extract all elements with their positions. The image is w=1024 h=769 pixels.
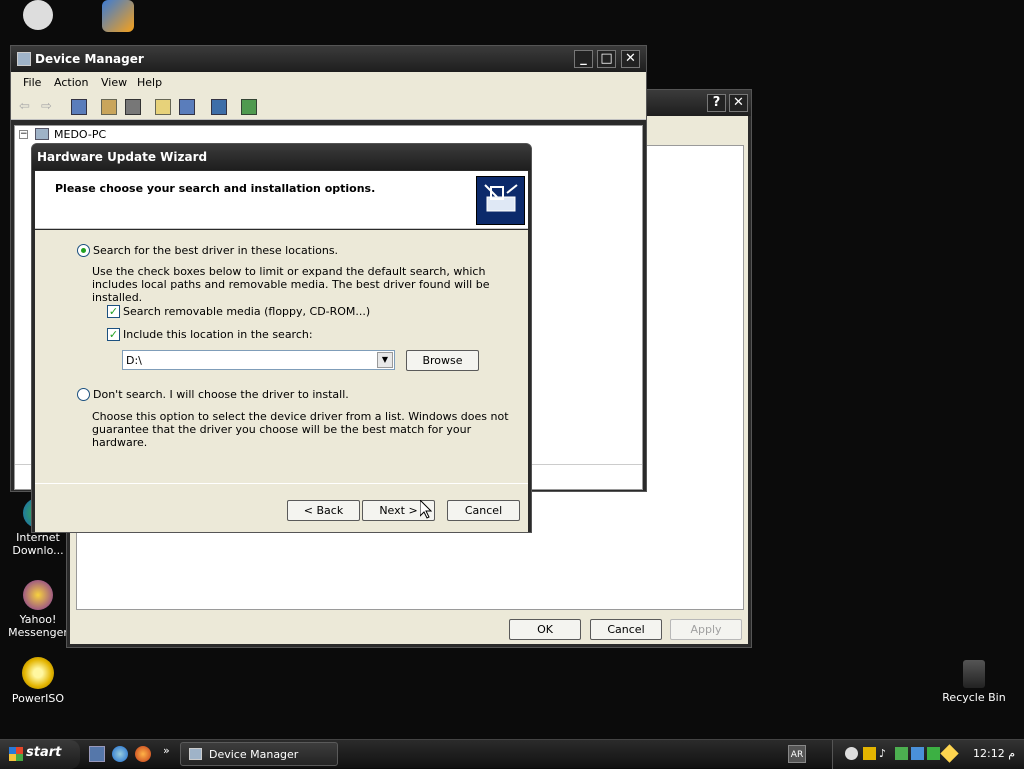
scan-hardware-icon[interactable] [211,99,227,115]
hardware-wizard-icon [476,176,525,225]
clock[interactable]: 12:12 م [973,747,1015,760]
menu-action[interactable]: Action [54,76,88,89]
system-tray: ♪ 12:12 م [832,740,1024,769]
tree-root-label[interactable]: MEDO-PC [54,128,106,141]
close-button[interactable]: ✕ [729,94,748,112]
firefox-icon[interactable] [135,746,151,762]
desktop-icon-label: PowerISO [11,692,65,705]
properties-icon[interactable] [101,99,117,115]
hardware-update-wizard: Hardware Update Wizard Please choose you… [31,143,532,533]
removable-media-label[interactable]: Search removable media (floppy, CD-ROM..… [123,305,370,318]
toolbar: ⇦ ⇨ [11,94,646,120]
back-button[interactable]: < Back [287,500,360,521]
mouse-cursor-icon [419,498,433,522]
wizard-title: Hardware Update Wizard [37,150,208,164]
desktop-icon-yahoo-messenger[interactable]: Yahoo! Messenger [0,580,76,639]
desktop-icon-partial-1[interactable] [0,0,76,33]
menu-help[interactable]: Help [137,76,162,89]
taskbar-item-device-manager[interactable]: Device Manager [180,742,338,766]
wizard-body: Search for the best driver in these loca… [35,230,528,532]
menu-bar: File Action View Help [11,72,646,94]
security-icon[interactable] [895,747,908,760]
taskbar-item-label: Device Manager [209,748,299,761]
window-title: Device Manager [35,52,144,66]
back-arrow-icon[interactable]: ⇦ [19,99,35,115]
desktop-icon-poweriso[interactable]: PowerISO [0,657,76,705]
browse-button[interactable]: Browse [406,350,479,371]
display-icon[interactable] [911,747,924,760]
computer-icon [35,128,49,140]
maximize-button[interactable]: □ [597,50,616,68]
view-icon[interactable] [179,99,195,115]
menu-view[interactable]: View [101,76,127,89]
language-indicator[interactable]: AR [788,745,806,763]
device-manager-icon [189,748,202,760]
search-description: Use the check boxes below to limit or ex… [92,265,490,304]
help-topics-icon[interactable] [155,99,171,115]
radio-search-label[interactable]: Search for the best driver in these loca… [93,244,338,257]
location-value: D:\ [126,354,142,367]
cancel-button[interactable]: Cancel [590,619,662,640]
cancel-button[interactable]: Cancel [447,500,520,521]
apply-button[interactable]: Apply [670,619,742,640]
desktop-icon-label: Recycle Bin [942,691,1006,704]
volume-icon[interactable]: ♪ [879,747,892,760]
collapse-tray-icon[interactable] [845,747,858,760]
menu-file[interactable]: File [23,76,41,89]
minimize-button[interactable]: _ [574,50,593,68]
ok-button[interactable]: OK [509,619,581,640]
download-manager-icon[interactable] [927,747,940,760]
recycle-bin-icon [963,660,985,688]
location-combobox[interactable]: D:\ ▼ [122,350,395,370]
taskbar: start » Device Manager AR ♪ 12:12 م [0,739,1024,769]
app-shortcut-icon [102,0,134,32]
start-button[interactable]: start [0,740,80,769]
chevron-down-icon[interactable]: ▼ [377,352,393,368]
update-driver-icon[interactable] [241,99,257,115]
wizard-titlebar: Hardware Update Wizard [32,144,531,170]
desktop-icon-label: Internet Downlo... [12,531,64,557]
radio-manual-label[interactable]: Don't search. I will choose the driver t… [93,388,349,401]
desktop-icon-partial-2[interactable] [80,0,156,35]
quicklaunch-chevron-icon[interactable]: » [163,744,170,757]
help-button[interactable]: ? [707,94,726,112]
show-hide-tree-icon[interactable] [71,99,87,115]
close-button[interactable]: ✕ [621,50,640,68]
checkbox-include-location[interactable]: ✓ [107,328,120,341]
wand-icon[interactable] [940,744,959,763]
radio-search-locations[interactable] [77,244,90,257]
show-desktop-icon[interactable] [89,746,105,762]
wizard-divider [35,483,528,484]
windows-logo-icon [9,747,23,761]
collapse-icon[interactable]: − [19,130,28,139]
forward-arrow-icon[interactable]: ⇨ [41,99,57,115]
start-label: start [26,745,62,760]
include-location-label[interactable]: Include this location in the search: [123,328,313,341]
device-manager-icon [17,52,31,66]
computer-icon [23,0,53,30]
print-icon[interactable] [125,99,141,115]
desktop-icon-recycle-bin[interactable]: Recycle Bin [936,660,1012,704]
yahoo-messenger-icon [23,580,53,610]
radio-manual-choose[interactable] [77,388,90,401]
poweriso-icon [22,657,54,689]
internet-explorer-icon[interactable] [112,746,128,762]
checkbox-removable-media[interactable]: ✓ [107,305,120,318]
network-icon[interactable] [863,747,876,760]
manual-description: Choose this option to select the device … [92,410,509,449]
wizard-header: Please choose your search and installati… [35,171,528,229]
desktop-icon-label: Yahoo! Messenger [8,613,68,639]
wizard-heading: Please choose your search and installati… [55,182,376,195]
device-manager-titlebar: Device Manager [11,46,646,72]
